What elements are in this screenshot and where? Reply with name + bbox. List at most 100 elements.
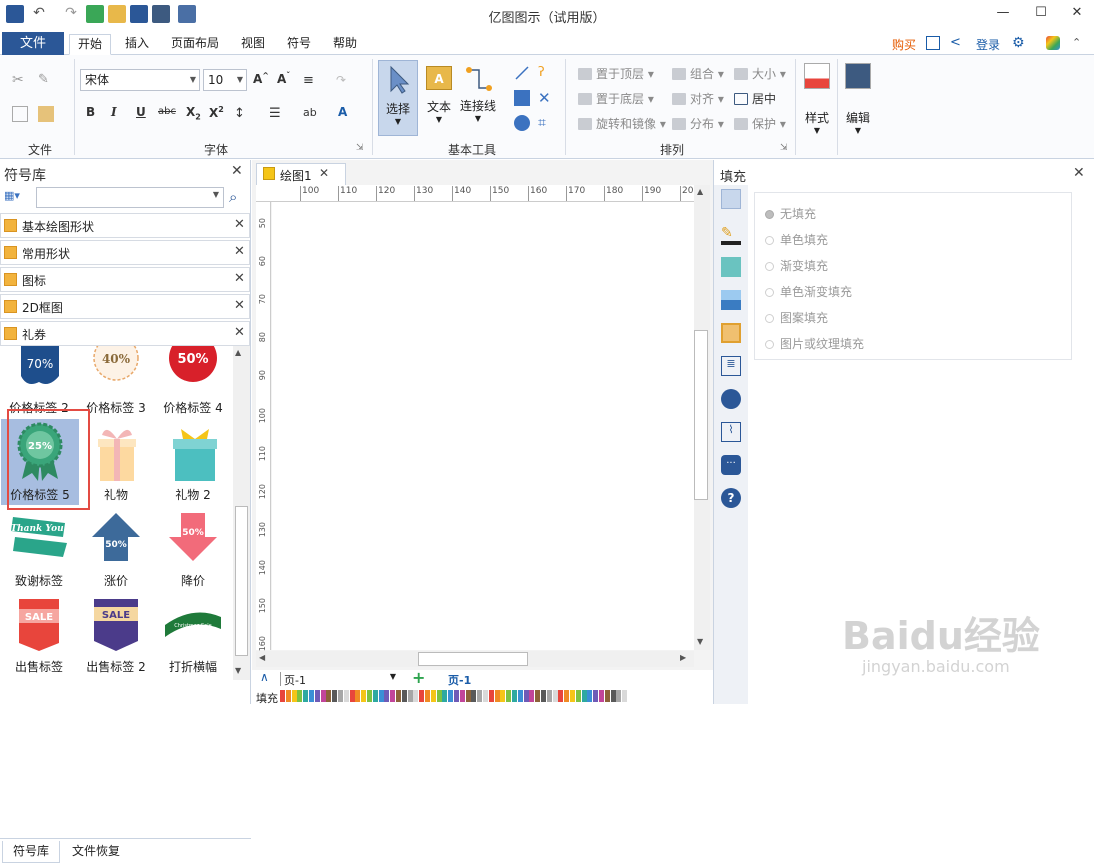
strikethrough-button[interactable]: abc: [158, 106, 176, 117]
library-scrollbar[interactable]: ▲ ▼: [233, 346, 250, 680]
color-swatch[interactable]: [401, 690, 407, 702]
image-icon[interactable]: [721, 290, 741, 310]
bullet-list-icon[interactable]: ☰: [269, 106, 285, 122]
paste-icon[interactable]: [38, 106, 54, 122]
shape-sale-tag-2[interactable]: SALE 出售标签 2: [77, 591, 155, 677]
category-close-icon[interactable]: ✕: [234, 244, 245, 259]
cross-tool-icon[interactable]: ✕: [538, 90, 554, 106]
arc-tool-icon[interactable]: ʔ: [538, 65, 554, 81]
edit-button[interactable]: 编辑 ▼: [840, 63, 876, 143]
attachment-icon[interactable]: ⌇: [721, 422, 741, 442]
color-swatch[interactable]: [517, 690, 523, 702]
document-tab[interactable]: 绘图1 ✕: [256, 163, 346, 185]
color-swatch[interactable]: [459, 690, 465, 702]
color-swatch[interactable]: [349, 690, 355, 702]
fill-option-gradient[interactable]: 渐变填充: [765, 257, 828, 274]
document-list-icon[interactable]: ≣: [721, 356, 741, 376]
cut-icon[interactable]: ✂: [12, 72, 28, 88]
color-swatch[interactable]: [442, 690, 448, 702]
group-button[interactable]: 组合 ▾: [672, 65, 724, 82]
category-2d-block[interactable]: 2D框图 ✕: [0, 294, 250, 319]
color-swatch[interactable]: [552, 690, 558, 702]
line-tool-icon[interactable]: [514, 65, 530, 81]
tab-symbol-library[interactable]: 符号库: [2, 841, 61, 863]
tab-file[interactable]: 文件: [2, 32, 64, 55]
color-swatch[interactable]: [390, 690, 396, 702]
color-swatch[interactable]: [436, 690, 442, 702]
color-palette[interactable]: [280, 690, 632, 702]
superscript-button[interactable]: X2: [209, 105, 224, 120]
color-swatch[interactable]: [309, 690, 314, 702]
color-swatch[interactable]: [512, 690, 517, 702]
color-swatch[interactable]: [407, 690, 413, 702]
shape-price-tag-3[interactable]: 40% 价格标签 3: [77, 346, 155, 418]
protect-button[interactable]: 保护 ▾: [734, 115, 786, 132]
color-swatch[interactable]: [488, 690, 494, 702]
shape-gift-2[interactable]: 礼物 2: [154, 419, 232, 505]
color-swatch[interactable]: [494, 690, 500, 702]
share-icon[interactable]: <: [950, 36, 964, 50]
tab-home[interactable]: 开始: [69, 34, 112, 55]
bring-to-front-button[interactable]: 置于顶层 ▾: [578, 65, 654, 82]
shape-price-down[interactable]: 50% 降价: [154, 505, 232, 591]
color-swatch[interactable]: [564, 690, 570, 702]
color-swatch[interactable]: [454, 690, 459, 702]
crop-tool-icon[interactable]: ⌗: [538, 115, 554, 131]
tab-view[interactable]: 视图: [233, 34, 273, 55]
maximize-button[interactable]: ☐: [1030, 3, 1052, 23]
canvas-horizontal-scrollbar[interactable]: ◀ ▶: [256, 651, 694, 667]
collapse-ribbon-icon[interactable]: ⌃: [1072, 36, 1086, 50]
color-swatch[interactable]: [343, 690, 349, 702]
color-swatch[interactable]: [616, 690, 622, 702]
color-swatch[interactable]: [332, 690, 338, 702]
category-common-shapes[interactable]: 常用形状 ✕: [0, 240, 250, 265]
share-screen-icon[interactable]: [926, 36, 940, 50]
line-spacing-icon[interactable]: ↕: [234, 106, 250, 122]
line-pen-icon[interactable]: ✎: [721, 225, 741, 245]
fill-option-pattern[interactable]: 图案填充: [765, 309, 828, 326]
theme-icon[interactable]: [1046, 36, 1060, 50]
font-size-select[interactable]: 10 ▼: [203, 69, 247, 91]
color-swatch[interactable]: [535, 690, 541, 702]
login-link[interactable]: 登录: [976, 36, 1000, 53]
color-swatch[interactable]: [303, 690, 309, 702]
color-swatch[interactable]: [314, 690, 320, 702]
color-swatch[interactable]: [448, 690, 454, 702]
tab-help[interactable]: 帮助: [325, 34, 365, 55]
color-swatch[interactable]: [575, 690, 581, 702]
library-close-icon[interactable]: ✕: [231, 163, 243, 179]
category-icons[interactable]: 图标 ✕: [0, 267, 250, 292]
color-swatch[interactable]: [425, 690, 430, 702]
category-basic-shapes[interactable]: 基本绘图形状 ✕: [0, 213, 250, 238]
color-swatch[interactable]: [338, 690, 343, 702]
add-page-icon[interactable]: +: [412, 668, 425, 687]
color-swatch[interactable]: [291, 690, 297, 702]
ellipse-tool-icon[interactable]: [514, 115, 530, 131]
fill-option-none[interactable]: 无填充: [765, 205, 816, 222]
fill-option-picture[interactable]: 图片或纹理填充: [765, 335, 864, 352]
copy-icon[interactable]: [12, 106, 28, 122]
settings-gear-icon[interactable]: ⚙: [1012, 36, 1026, 50]
color-swatch[interactable]: [430, 690, 436, 702]
color-swatch[interactable]: [541, 690, 546, 702]
shape-thanks-tag[interactable]: Thank You! 致谢标签: [0, 505, 78, 591]
fill-option-solid[interactable]: 单色填充: [765, 231, 828, 248]
grow-font-button[interactable]: A^: [253, 71, 269, 86]
fill-bucket-icon[interactable]: [721, 189, 741, 209]
color-swatch[interactable]: [570, 690, 575, 702]
shape-price-tag-2[interactable]: 70% 价格标签 2: [0, 346, 78, 418]
color-swatch[interactable]: [604, 690, 610, 702]
category-coupons[interactable]: 礼券 ✕: [0, 321, 250, 346]
library-search-input[interactable]: ▼: [36, 187, 224, 208]
text-tool-button[interactable]: A 文本 ▼: [422, 60, 456, 136]
select-tool-button[interactable]: 选择 ▼: [378, 60, 418, 136]
color-swatch[interactable]: [384, 690, 390, 702]
layer-icon[interactable]: [721, 323, 741, 343]
color-swatch[interactable]: [465, 690, 471, 702]
category-close-icon[interactable]: ✕: [234, 325, 245, 340]
shape-price-tag-4[interactable]: 50% 价格标签 4: [154, 346, 232, 418]
color-swatch[interactable]: [355, 690, 361, 702]
italic-button[interactable]: I: [111, 105, 117, 119]
buy-link[interactable]: 购买: [892, 36, 916, 53]
connector-tool-button[interactable]: 连接线 ▼: [458, 60, 498, 136]
